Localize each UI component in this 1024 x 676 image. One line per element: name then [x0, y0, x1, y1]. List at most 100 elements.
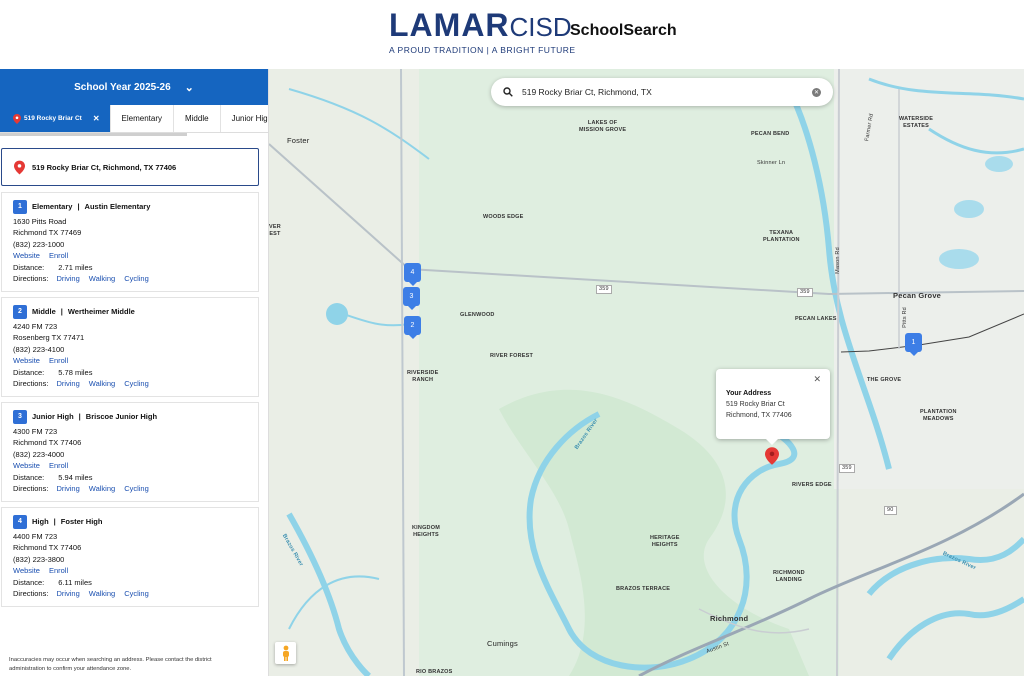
- school-marker-1[interactable]: 1: [905, 333, 922, 356]
- searched-address: 519 Rocky Briar Ct, Richmond, TX 77406: [1, 148, 259, 186]
- address-popup: ✕ Your Address 519 Rocky Briar Ct Richmo…: [716, 369, 830, 445]
- school-marker-2[interactable]: 2: [404, 316, 421, 339]
- distance-value: 5.94 miles: [58, 472, 93, 482]
- school-year-selector[interactable]: School Year 2025-26 ⌄: [0, 69, 268, 105]
- tab-middle[interactable]: Middle: [174, 105, 221, 132]
- school-name: Foster High: [60, 517, 103, 527]
- map-label: Mason Rd: [834, 247, 841, 274]
- close-icon[interactable]: ✕: [93, 114, 100, 123]
- school-number-badge: 3: [13, 410, 27, 424]
- school-name: Briscoe Junior High: [85, 412, 158, 422]
- school-level: Middle: [32, 307, 56, 317]
- address-pin-icon[interactable]: [765, 446, 779, 466]
- directions-label: Directions:: [13, 274, 49, 284]
- site-header: LAMARCISD A PROUD TRADITION | A BRIGHT F…: [0, 0, 1024, 69]
- school-level: Junior High: [32, 412, 74, 422]
- highway-shield: 359: [839, 464, 855, 473]
- map-label: LAKES OF MISSION GROVE: [579, 120, 627, 133]
- map-label: BRAZOS TERRACE: [616, 586, 671, 592]
- school-city: Richmond TX 77406: [13, 543, 82, 553]
- cycling-link[interactable]: Cycling: [124, 484, 149, 493]
- logo-tagline: A PROUD TRADITION | A BRIGHT FUTURE: [389, 45, 576, 55]
- map-search-input[interactable]: 519 Rocky Briar Ct, Richmond, TX: [522, 87, 652, 97]
- separator: |: [78, 412, 81, 422]
- school-number-badge: 2: [13, 305, 27, 319]
- tab-elementary[interactable]: Elementary: [111, 105, 174, 132]
- driving-link[interactable]: Driving: [56, 589, 79, 598]
- map-label: Pecan Grove: [893, 291, 942, 300]
- location-pin-icon: [14, 160, 25, 174]
- enroll-link[interactable]: Enroll: [49, 251, 68, 260]
- map-label: Skinner Ln: [757, 160, 786, 166]
- distance-label: Distance:: [13, 577, 45, 587]
- map-label: PECAN LAKES: [795, 316, 837, 322]
- enroll-link[interactable]: Enroll: [49, 356, 68, 365]
- street-view-pegman-icon[interactable]: [275, 642, 296, 664]
- website-link[interactable]: Website: [13, 356, 40, 365]
- school-card-elementary: 1 Elementary | Austin Elementary 1630 Pitts…: [1, 192, 259, 292]
- driving-link[interactable]: Driving: [56, 484, 79, 493]
- school-city: Rosenberg TX 77471: [13, 333, 85, 343]
- distance-value: 5.78 miles: [58, 367, 93, 377]
- school-number-badge: 4: [13, 515, 27, 529]
- search-icon: [503, 87, 513, 97]
- website-link[interactable]: Website: [13, 461, 40, 470]
- cycling-link[interactable]: Cycling: [124, 379, 149, 388]
- distance-value: 2.71 miles: [58, 262, 93, 272]
- website-link[interactable]: Website: [13, 251, 40, 260]
- district-logo[interactable]: LAMARCISD A PROUD TRADITION | A BRIGHT F…: [389, 9, 576, 55]
- school-street: 4400 FM 723: [13, 532, 58, 541]
- school-street: 4300 FM 723: [13, 427, 58, 436]
- cycling-link[interactable]: Cycling: [124, 274, 149, 283]
- map-label: THE GROVE: [867, 377, 902, 383]
- app-title: SchoolSearch: [570, 22, 677, 39]
- directions-label: Directions:: [13, 379, 49, 389]
- tabs-scrollbar[interactable]: [0, 133, 187, 136]
- school-street: 1630 Pitts Road: [13, 217, 67, 226]
- chevron-down-icon: ⌄: [184, 81, 194, 94]
- school-name: Austin Elementary: [84, 202, 151, 212]
- enroll-link[interactable]: Enroll: [49, 461, 68, 470]
- map-label: Foster: [287, 136, 310, 145]
- school-phone: (832) 223-4000: [13, 449, 65, 459]
- disclaimer-text: Inaccuracies may occur when searching an…: [9, 657, 212, 672]
- website-link[interactable]: Website: [13, 566, 40, 575]
- school-card-junior-high: 3 Junior High | Briscoe Junior High 4300 FM…: [1, 402, 259, 502]
- directions-label: Directions:: [13, 589, 49, 599]
- enroll-link[interactable]: Enroll: [49, 566, 68, 575]
- highway-shield: 359: [596, 285, 612, 294]
- tab-address[interactable]: 519 Rocky Briar Ct ✕: [0, 105, 111, 132]
- separator: |: [77, 202, 80, 212]
- school-marker-3[interactable]: 3: [403, 287, 420, 310]
- cycling-link[interactable]: Cycling: [124, 589, 149, 598]
- map-label: KINGDOM HEIGHTS: [412, 525, 440, 538]
- map-label: RICHMOND LANDING: [773, 570, 805, 583]
- driving-link[interactable]: Driving: [56, 274, 79, 283]
- map-label: PECAN BEND: [751, 131, 790, 137]
- driving-link[interactable]: Driving: [56, 379, 79, 388]
- school-marker-4[interactable]: 4: [404, 263, 421, 286]
- close-icon[interactable]: ✕: [813, 374, 821, 385]
- tab-junior-high[interactable]: Junior High: [221, 105, 268, 132]
- distance-label: Distance:: [13, 472, 45, 482]
- school-city: Richmond TX 77406: [13, 438, 82, 448]
- walking-link[interactable]: Walking: [89, 589, 115, 598]
- school-level: High: [32, 517, 49, 527]
- tab-address-label: 519 Rocky Briar Ct: [24, 115, 82, 122]
- map-label: Richmond: [710, 614, 749, 623]
- highway-shield: 359: [797, 288, 813, 297]
- clear-search-icon[interactable]: ✕: [812, 87, 821, 97]
- walking-link[interactable]: Walking: [89, 274, 115, 283]
- searched-address-text: 519 Rocky Briar Ct, Richmond, TX 77406: [32, 162, 177, 172]
- map-label: TEXANA PLANTATION: [763, 230, 800, 243]
- school-city: Richmond TX 77469: [13, 228, 82, 238]
- school-name: Wertheimer Middle: [67, 307, 135, 317]
- results-sidebar: School Year 2025-26 ⌄ 519 Rocky Briar Ct…: [0, 69, 269, 676]
- logo-suffix-text: CISD: [509, 12, 572, 42]
- separator: |: [53, 517, 56, 527]
- walking-link[interactable]: Walking: [89, 484, 115, 493]
- logo-main-text: LAMAR: [389, 7, 510, 43]
- map-view[interactable]: 519 Rocky Briar Ct, Richmond, TX ✕ Foste…: [269, 69, 1024, 676]
- walking-link[interactable]: Walking: [89, 379, 115, 388]
- map-search-bar[interactable]: 519 Rocky Briar Ct, Richmond, TX ✕: [491, 78, 833, 106]
